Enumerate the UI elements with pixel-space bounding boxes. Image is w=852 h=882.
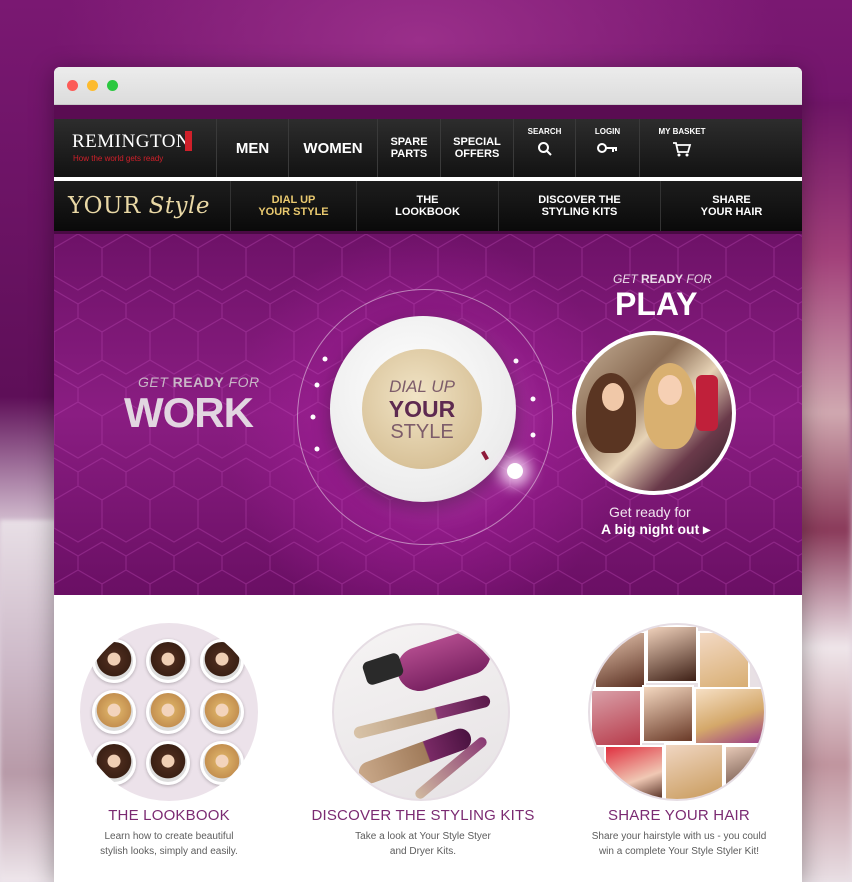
search-icon <box>514 141 575 161</box>
your-style-logo-script: Style <box>148 193 211 219</box>
lookbook-image[interactable] <box>80 623 258 801</box>
brand-name: REMINGTON <box>72 131 191 152</box>
nav-spare-parts[interactable]: SPARE PARTS <box>378 119 441 177</box>
work-pre-get: GET <box>138 374 173 390</box>
dial-marker <box>481 450 489 461</box>
play-heading[interactable]: PLAY <box>615 286 697 323</box>
lookbook-thumb[interactable] <box>146 639 190 683</box>
nav-men[interactable]: MEN <box>217 119 289 177</box>
basket-label: MY BASKET <box>658 127 706 136</box>
lookbook-thumb[interactable] <box>92 690 136 734</box>
play-pre-for: FOR <box>683 272 712 286</box>
login-button[interactable]: LOGIN <box>576 119 640 177</box>
lookbook-thumb[interactable] <box>200 639 244 683</box>
curling-wand-shape <box>352 694 492 740</box>
share-photo-tile <box>646 625 698 683</box>
remington-logo[interactable]: REMINGTON How the world gets ready <box>54 119 217 177</box>
work-pre-for: FOR <box>224 374 260 390</box>
night-out-subtitle: Get ready for <box>609 504 691 520</box>
background-blur-right <box>796 100 852 882</box>
cart-icon <box>640 141 724 161</box>
your-style-logo[interactable]: YOUR Style <box>54 181 230 231</box>
dial-light-glint <box>507 463 523 479</box>
subnav-share-your-hair[interactable]: SHARE YOUR HAIR <box>660 181 802 231</box>
lookbook-thumb[interactable] <box>200 741 244 785</box>
photo-woman-red-dress <box>696 375 718 431</box>
features-section: THE LOOKBOOK Learn how to create beautif… <box>54 595 802 882</box>
styling-kits-description: Take a look at Your Style Styer and Drye… <box>355 831 491 857</box>
share-photo-tile <box>724 745 764 799</box>
dial-center: DIAL UP YOUR STYLE <box>362 349 482 469</box>
close-window-button[interactable] <box>67 80 78 91</box>
dial-up-your-style-dial[interactable]: DIAL UP YOUR STYLE <box>330 316 516 502</box>
lookbook-thumb[interactable] <box>92 639 136 683</box>
share-photo-tile <box>664 743 724 799</box>
lookbook-thumb[interactable] <box>200 690 244 734</box>
subnav-the-lookbook[interactable]: THE LOOKBOOK <box>356 181 498 231</box>
basket-button[interactable]: MY BASKET <box>640 119 724 177</box>
minimize-window-button[interactable] <box>87 80 98 91</box>
lookbook-thumb[interactable] <box>146 741 190 785</box>
styling-kits-image[interactable] <box>332 623 510 801</box>
dial-text-line3: STYLE <box>390 421 454 443</box>
play-pre-ready: READY <box>641 272 684 286</box>
hero-banner: GET READY FOR WORK GET READY FOR PLAY DI… <box>54 234 802 595</box>
share-photo-tile <box>698 631 750 689</box>
key-icon <box>576 141 639 159</box>
logo-red-bar <box>185 131 192 151</box>
top-navigation: REMINGTON How the world gets ready MEN W… <box>54 119 802 177</box>
night-out-link[interactable]: A big night out ▸ <box>601 521 710 538</box>
work-heading[interactable]: WORK <box>124 389 254 437</box>
search-button[interactable]: SEARCH <box>514 119 576 177</box>
photo-face-blonde <box>658 375 682 405</box>
share-photo-tile <box>642 685 694 743</box>
play-subheading: GET READY FOR <box>613 272 712 286</box>
share-hair-description: Share your hairstyle with us - you could… <box>591 831 767 857</box>
maximize-window-button[interactable] <box>107 80 118 91</box>
lookbook-description: Learn how to create beautiful stylish lo… <box>100 831 238 857</box>
your-style-navigation: YOUR Style DIAL UP YOUR STYLE THE LOOKBO… <box>54 181 802 234</box>
background-blur-left <box>0 520 60 882</box>
dryer-nozzle-shape <box>361 651 405 687</box>
header-pattern-band <box>54 105 802 119</box>
nav-women[interactable]: WOMEN <box>289 119 378 177</box>
subnav-dial-up-your-style[interactable]: DIAL UP YOUR STYLE <box>230 181 356 231</box>
work-pre-ready: READY <box>172 374 225 390</box>
play-pre-get: GET <box>613 272 642 286</box>
your-style-logo-pre: YOUR <box>68 193 149 219</box>
browser-window: REMINGTON How the world gets ready MEN W… <box>54 67 802 882</box>
work-subheading: GET READY FOR <box>138 374 260 390</box>
subnav-discover-styling-kits[interactable]: DISCOVER THE STYLING KITS <box>498 181 660 231</box>
browser-titlebar <box>54 67 802 105</box>
share-photo-tile <box>594 631 646 689</box>
photo-face-brunette <box>602 383 624 411</box>
styling-kits-title[interactable]: DISCOVER THE STYLING KITS <box>298 807 548 824</box>
search-label: SEARCH <box>527 127 562 136</box>
night-out-photo[interactable] <box>572 331 736 495</box>
dial-text-line1: DIAL UP <box>389 377 455 396</box>
share-hair-image[interactable] <box>588 623 766 801</box>
share-photo-tile <box>590 689 642 747</box>
login-label: LOGIN <box>594 127 621 136</box>
hair-dryer-shape <box>391 625 497 697</box>
brand-tagline: How the world gets ready <box>73 154 164 163</box>
share-photo-tile <box>694 687 764 745</box>
share-hair-title[interactable]: SHARE YOUR HAIR <box>560 807 798 824</box>
nav-special-offers[interactable]: SPECIAL OFFERS <box>441 119 514 177</box>
lookbook-thumb[interactable] <box>92 741 136 785</box>
lookbook-thumb[interactable] <box>146 690 190 734</box>
dial-text-line2: YOUR <box>388 396 456 422</box>
lookbook-title[interactable]: THE LOOKBOOK <box>54 807 284 824</box>
share-photo-tile <box>604 745 664 799</box>
